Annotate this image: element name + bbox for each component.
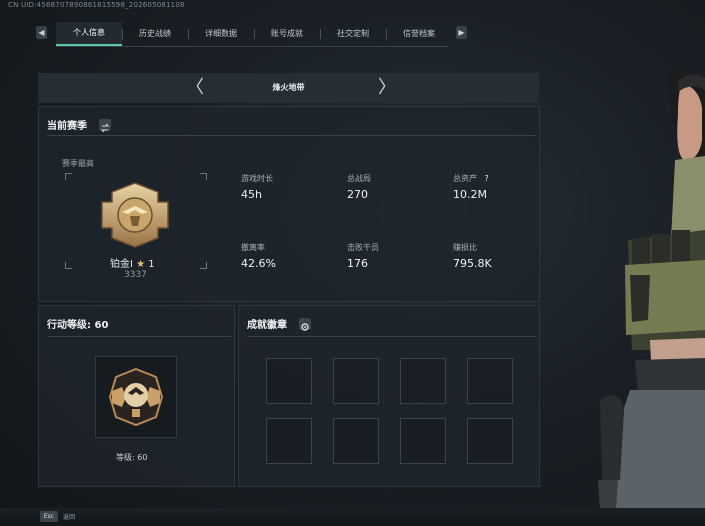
tab-social-customization[interactable]: 社交定制 — [320, 22, 386, 46]
stat-value-profit-loss-ratio: 795.8K — [453, 257, 492, 270]
stat-label-profit-loss-ratio: 赚损比 — [453, 243, 477, 252]
platinum-rank-emblem-icon — [101, 182, 169, 248]
achievement-slot[interactable] — [333, 358, 379, 404]
rank-name: 铂金Ⅰ ★ 1 — [110, 259, 155, 270]
chevron-right-icon: ▶ — [458, 28, 465, 37]
uid-label: CN UID:4568707890861815598_202605081108 — [8, 1, 185, 9]
stat-value-total-assets: 10.2M — [453, 188, 487, 201]
stat-value-extraction-rate: 42.6% — [241, 257, 276, 270]
tab-account-achievements[interactable]: 账号成就 — [254, 22, 320, 46]
frame-corner — [65, 262, 72, 269]
help-icon[interactable]: ? — [485, 174, 489, 183]
achievement-slot[interactable] — [266, 418, 312, 464]
stat-label-extraction-rate: 撤离率 — [241, 243, 265, 252]
frame-corner — [200, 173, 207, 180]
stat-label-total-assets: 总资产 ? — [453, 174, 489, 183]
swap-season-button[interactable] — [99, 119, 111, 133]
tab-match-history[interactable]: 历史战绩 — [122, 22, 188, 46]
operator-character-portrait — [598, 68, 705, 526]
map-selector: 〈 烽火地带 〉 — [38, 73, 539, 103]
stat-value-total-matches: 270 — [347, 188, 368, 201]
level-emblem-frame — [95, 356, 177, 438]
tab-detailed-data[interactable]: 详细数据 — [188, 22, 254, 46]
tab-personal-info[interactable]: 个人信息 — [56, 22, 122, 46]
season-divider — [47, 135, 537, 136]
map-next-button[interactable]: 〉 — [378, 76, 396, 100]
bottom-bar — [0, 508, 705, 526]
swap-icon — [100, 123, 110, 133]
stat-value-operators-defeated: 176 — [347, 257, 368, 270]
profile-screen: CN UID:4568707890861815598_202605081108 … — [0, 0, 705, 526]
achievements-title: 成就徽章 — [247, 320, 287, 331]
esc-key-hint[interactable]: Esc — [40, 511, 58, 522]
achievement-slot[interactable] — [400, 358, 446, 404]
season-best-label: 赛季最高 — [62, 159, 94, 168]
achievement-slot[interactable] — [467, 418, 513, 464]
achievement-slot[interactable] — [266, 358, 312, 404]
tabs-divider — [56, 46, 448, 47]
tab-prev-button[interactable]: ◀ — [36, 26, 47, 39]
achievement-slot[interactable] — [400, 418, 446, 464]
action-level-divider — [47, 336, 232, 337]
chevron-left-icon: ◀ — [38, 28, 45, 37]
tab-reputation-file[interactable]: 信誉档案 — [386, 22, 452, 46]
back-label: 返回 — [63, 514, 76, 521]
tab-bar: ◀ 个人信息 历史战绩 详细数据 账号成就 社交定制 信誉档案 ▶ — [34, 22, 474, 47]
frame-corner — [65, 173, 72, 180]
action-level-title: 行动等级: 60 — [47, 320, 109, 331]
map-name: 烽火地带 — [272, 83, 305, 92]
rank-points: 3337 — [124, 270, 147, 280]
achievements-settings-button[interactable] — [299, 318, 311, 331]
level-emblem-icon — [108, 367, 164, 427]
stat-label-total-matches: 总战局 — [347, 174, 371, 183]
achievement-slot[interactable] — [467, 358, 513, 404]
season-title: 当前赛季 — [47, 121, 87, 132]
rank-star-icon: ★ — [136, 259, 146, 270]
achievements-divider — [247, 336, 537, 337]
stat-label-play-time: 游戏时长 — [241, 174, 273, 183]
gear-icon — [301, 323, 309, 331]
frame-corner — [200, 262, 207, 269]
tabs: 个人信息 历史战绩 详细数据 账号成就 社交定制 信誉档案 — [56, 22, 452, 46]
stat-value-play-time: 45h — [241, 188, 262, 201]
tab-next-button[interactable]: ▶ — [456, 26, 467, 39]
stat-label-operators-defeated: 击败干员 — [347, 243, 379, 252]
level-caption: 等级: 60 — [116, 453, 148, 462]
achievement-slot[interactable] — [333, 418, 379, 464]
